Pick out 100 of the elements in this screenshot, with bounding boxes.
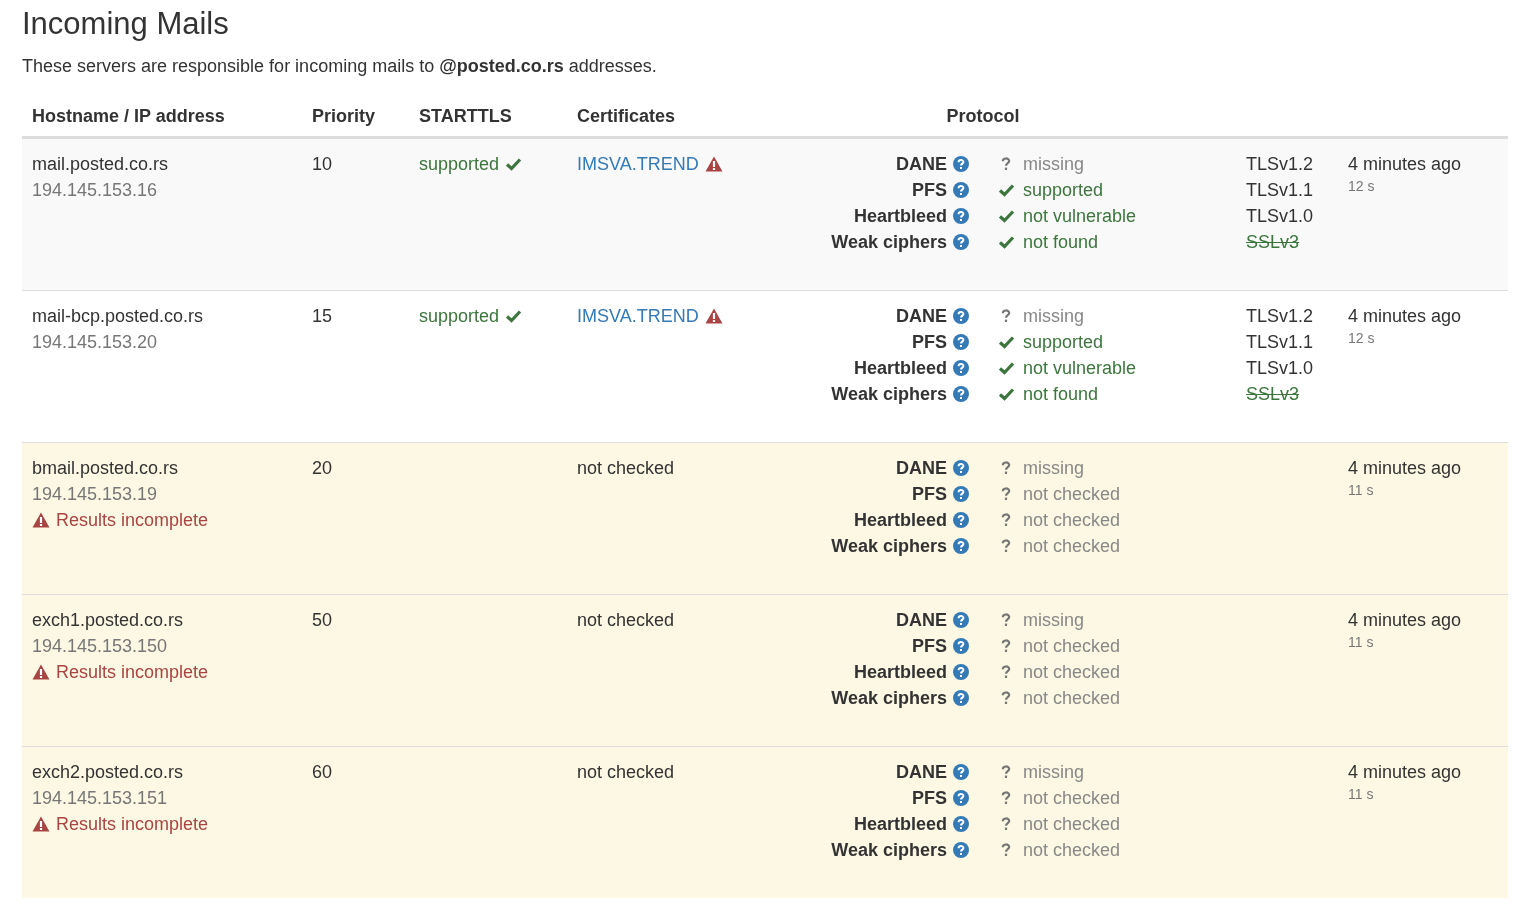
check-label: Heartbleed [853,205,947,228]
hostname-text: exch1.posted.co.rs [32,609,185,632]
help-icon[interactable] [953,816,969,832]
column-header: Priority [312,106,376,126]
question-mark-icon [1001,309,1011,323]
protocol-version: TLSv1.2 [1246,153,1315,176]
check-result: missing [1023,609,1084,632]
duration-text: 12 s [1348,177,1376,195]
checked-time: 4 minutes ago [1348,153,1463,176]
check-result: not checked [1023,687,1121,710]
help-icon[interactable] [953,360,969,376]
check-result: missing [1023,153,1084,176]
check-label: Weak ciphers [831,231,947,254]
hostname-text: mail.posted.co.rs [32,153,170,176]
protocol-version: SSLv3 [1246,231,1301,254]
help-icon[interactable] [953,538,969,554]
help-icon[interactable] [953,790,969,806]
help-icon[interactable] [953,486,969,502]
check-label: Heartbleed [853,813,947,836]
check-label: DANE [896,457,947,480]
help-icon[interactable] [953,334,969,350]
help-icon[interactable] [953,386,969,402]
duration-text: 11 s [1348,633,1375,651]
help-icon[interactable] [953,512,969,528]
duration-text: 12 s [1348,329,1376,347]
protocol-version: TLSv1.0 [1246,205,1315,228]
check-label: DANE [896,609,947,632]
question-mark-icon [1001,487,1011,501]
warning-icon [704,156,723,172]
question-mark-icon [1001,613,1011,627]
warning-icon [32,512,50,528]
priority-text: 10 [312,153,334,176]
checkmark-icon [997,209,1015,223]
check-label: PFS [912,635,947,658]
warning-icon [704,308,723,324]
question-mark-icon [1001,791,1011,805]
question-mark-icon [1001,665,1011,679]
check-result: not checked [1023,839,1121,862]
certificate-link[interactable]: IMSVA.TREND [577,303,699,329]
duration-text: 11 s [1348,481,1375,499]
help-icon[interactable] [953,842,969,858]
help-icon[interactable] [953,460,969,476]
checkmark-icon [997,387,1015,401]
question-mark-icon [1001,843,1011,857]
check-result: not checked [1023,635,1121,658]
help-icon[interactable] [953,612,969,628]
checkmark-icon [997,335,1015,349]
ip-address-text: 194.145.153.16 [32,179,159,202]
question-mark-icon [1001,539,1011,553]
warning-icon [32,816,50,832]
column-header: STARTTLS [419,106,512,126]
column-header: Protocol [946,106,1020,126]
help-icon[interactable] [953,764,969,780]
checkmark-icon [997,235,1015,249]
checked-time: 4 minutes ago [1348,305,1463,328]
duration-text: 11 s [1348,785,1375,803]
certificate-status: not checked [577,609,675,632]
check-label: PFS [912,787,947,810]
help-icon[interactable] [953,182,969,198]
certificate-link[interactable]: IMSVA.TREND [577,151,699,177]
check-result: supported [1023,331,1104,354]
help-icon[interactable] [953,690,969,706]
incomplete-message: Results incomplete [56,813,209,836]
check-label: DANE [896,761,947,784]
protocol-version: TLSv1.2 [1246,305,1315,328]
help-icon[interactable] [953,234,969,250]
check-label: Weak ciphers [831,535,947,558]
ip-address-text: 194.145.153.19 [32,483,159,506]
help-icon[interactable] [953,208,969,224]
incomplete-message: Results incomplete [56,509,209,532]
ip-address-text: 194.145.153.150 [32,635,169,658]
check-result: not checked [1023,661,1121,684]
checkmark-icon [505,157,523,171]
intro-text: These servers are responsible for incoming mails to @posted.co.rs addresses. [22,56,658,77]
check-label: PFS [912,331,947,354]
question-mark-icon [1001,691,1011,705]
help-icon[interactable] [953,156,969,172]
help-icon[interactable] [953,638,969,654]
checkmark-icon [997,183,1015,197]
protocol-version: TLSv1.1 [1246,331,1315,354]
question-mark-icon [1001,817,1011,831]
help-icon[interactable] [953,664,969,680]
certificate-status: not checked [577,457,675,480]
question-mark-icon [1001,157,1011,171]
checkmark-icon [997,361,1015,375]
hostname-text: exch2.posted.co.rs [32,761,185,784]
protocol-version: TLSv1.1 [1246,179,1315,202]
check-label: Heartbleed [853,661,947,684]
hostname-text: bmail.posted.co.rs [32,457,180,480]
check-label: PFS [912,179,947,202]
ip-address-text: 194.145.153.20 [32,331,159,354]
help-icon[interactable] [953,308,969,324]
check-result: not vulnerable [1023,205,1137,228]
check-result: missing [1023,305,1084,328]
check-result: not vulnerable [1023,357,1137,380]
checked-time: 4 minutes ago [1348,761,1463,784]
check-label: Weak ciphers [831,839,947,862]
check-result: not checked [1023,483,1121,506]
warning-icon [32,664,50,680]
check-result: not checked [1023,813,1121,836]
